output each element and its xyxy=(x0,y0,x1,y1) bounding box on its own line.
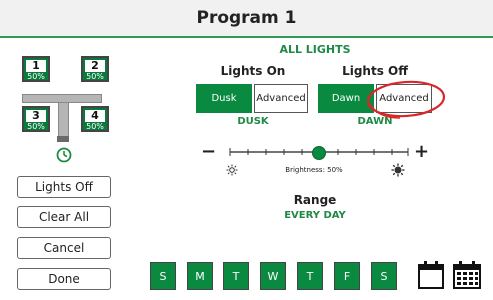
day-button-thursday[interactable]: T xyxy=(297,262,323,290)
cancel-button[interactable]: Cancel xyxy=(17,237,111,259)
page-title: Program 1 xyxy=(196,8,297,28)
fixture-4-button[interactable]: 4 50% xyxy=(81,106,109,132)
lights-on-heading: Lights On xyxy=(220,64,286,78)
annotation-circle xyxy=(366,80,446,119)
day-label: S xyxy=(380,269,388,283)
fixture-3-button[interactable]: 3 50% xyxy=(22,106,50,132)
day-button-wednesday[interactable]: W xyxy=(260,262,286,290)
day-button-saturday[interactable]: S xyxy=(371,262,397,290)
range-heading: Range xyxy=(293,193,337,207)
day-label: W xyxy=(267,269,279,283)
clock-icon[interactable] xyxy=(56,147,72,163)
day-button-friday[interactable]: F xyxy=(334,262,360,290)
fixture-number: 4 xyxy=(85,110,105,122)
fixture-number: 2 xyxy=(85,60,105,72)
range-value: EVERY DAY xyxy=(284,210,346,221)
brightness-slider-thumb[interactable] xyxy=(312,146,326,160)
fixture-2-button[interactable]: 2 50% xyxy=(81,56,109,82)
day-button-monday[interactable]: M xyxy=(187,262,213,290)
fixture-1-button[interactable]: 1 50% xyxy=(22,56,50,82)
fixture-number: 3 xyxy=(26,110,46,122)
fixture-brightness: 50% xyxy=(86,72,104,81)
lights-on-advanced-button[interactable]: Advanced xyxy=(254,84,308,113)
done-label: Done xyxy=(48,272,80,286)
day-label: T xyxy=(306,269,314,283)
day-label: S xyxy=(159,269,167,283)
brightness-minus-button[interactable]: − xyxy=(201,141,216,162)
advanced-label: Advanced xyxy=(256,93,306,104)
lights-off-button[interactable]: Lights Off xyxy=(17,176,111,198)
lights-off-label: Lights Off xyxy=(35,180,93,194)
calendar-range-icon[interactable] xyxy=(452,260,482,290)
clear-all-button[interactable]: Clear All xyxy=(17,206,111,228)
group-title: ALL LIGHTS xyxy=(279,43,351,56)
fixture-brightness: 50% xyxy=(86,122,104,131)
sun-dim-icon xyxy=(226,164,238,176)
dusk-button[interactable]: Dusk xyxy=(196,84,252,113)
dusk-label: Dusk xyxy=(211,93,237,104)
day-label: F xyxy=(343,269,351,283)
pole-base xyxy=(57,136,69,142)
lights-on-selection: DUSK xyxy=(237,116,269,127)
day-label: T xyxy=(232,269,240,283)
page-title-bar: Program 1 xyxy=(0,0,493,38)
sun-bright-icon xyxy=(391,163,405,177)
fixture-brightness: 50% xyxy=(27,122,45,131)
cancel-label: Cancel xyxy=(43,241,85,255)
day-button-sunday[interactable]: S xyxy=(150,262,176,290)
calendar-day-icon[interactable] xyxy=(417,260,445,290)
done-button[interactable]: Done xyxy=(17,268,111,290)
dawn-label: Dawn xyxy=(331,93,361,104)
fixture-brightness: 50% xyxy=(27,72,45,81)
brightness-value: Brightness: 50% xyxy=(285,166,343,174)
clear-all-label: Clear All xyxy=(38,210,90,224)
day-button-tuesday[interactable]: T xyxy=(223,262,249,290)
day-label: M xyxy=(195,269,205,283)
brightness-plus-button[interactable]: + xyxy=(414,141,429,162)
fixture-number: 1 xyxy=(26,60,46,72)
